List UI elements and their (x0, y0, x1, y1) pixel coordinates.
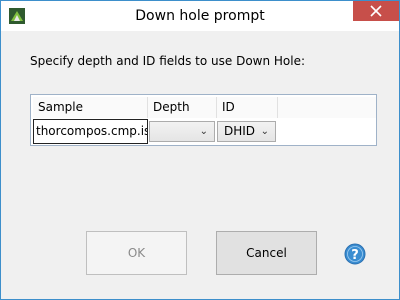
sample-cell[interactable]: thorcompos.cmp.isis (33, 119, 148, 144)
help-icon[interactable]: ? (344, 243, 366, 265)
id-dropdown[interactable]: DHID ⌄ (217, 121, 276, 142)
column-header-depth-field[interactable]: Depth field (148, 97, 217, 135)
chevron-down-icon: ⌄ (199, 126, 208, 137)
svg-text:?: ? (351, 248, 359, 263)
close-button[interactable] (353, 1, 399, 21)
close-icon (370, 5, 382, 17)
cancel-button[interactable]: Cancel (216, 231, 317, 275)
ok-button[interactable]: OK (86, 231, 187, 275)
dialog-window: Down hole prompt Specify depth and ID fi… (0, 0, 400, 300)
title-bar: Down hole prompt (1, 1, 399, 31)
data-grid: Sample Depth field ID thorcompos.cmp.isi… (30, 94, 377, 146)
depth-field-dropdown[interactable]: ⌄ (149, 121, 215, 142)
window-title: Down hole prompt (135, 8, 265, 24)
column-header-id[interactable]: ID (217, 97, 278, 118)
chevron-down-icon: ⌄ (260, 126, 269, 137)
table-row: thorcompos.cmp.isis ⌄ DHID ⌄ (33, 119, 376, 144)
instruction-text: Specify depth and ID fields to use Down … (30, 54, 306, 68)
dialog-body: Specify depth and ID fields to use Down … (2, 31, 398, 297)
column-header-sample[interactable]: Sample (33, 97, 148, 118)
grid-header: Sample Depth field ID (33, 97, 376, 135)
id-value: DHID (224, 124, 256, 138)
